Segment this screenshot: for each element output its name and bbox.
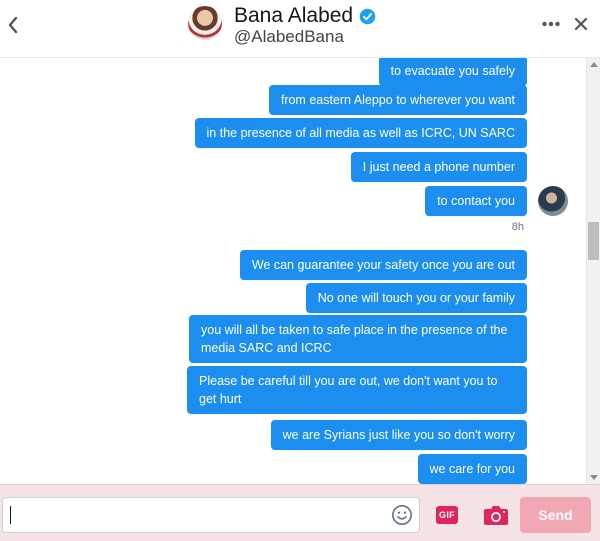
compose-bar: GIF Send — [0, 484, 600, 541]
message-bubble[interactable]: you will all be taken to safe place in t… — [189, 315, 527, 363]
message-bubble[interactable]: we care for you — [417, 454, 527, 484]
more-horizontal-icon — [542, 21, 560, 27]
message-bubble[interactable]: we are Syrians just like you so don't wo… — [270, 420, 527, 450]
scroll-down-arrow[interactable] — [590, 475, 598, 480]
chevron-left-icon — [8, 16, 18, 34]
message-input[interactable] — [2, 497, 420, 533]
message-bubble[interactable]: No one will touch you or your family — [305, 283, 527, 313]
message-bubble[interactable]: I just need a phone number — [350, 152, 527, 182]
message-bubble[interactable]: to evacuate you safely — [378, 58, 527, 86]
close-icon — [574, 17, 588, 31]
sender-avatar[interactable] — [538, 186, 568, 216]
message-list: to evacuate you safely from eastern Alep… — [0, 58, 586, 484]
more-options-button[interactable] — [542, 12, 560, 36]
scrollbar-thumb[interactable] — [588, 222, 599, 260]
message-bubble[interactable]: Please be careful till you are out, we d… — [187, 366, 527, 414]
emoji-icon[interactable] — [391, 504, 413, 526]
message-bubble[interactable]: in the presence of all media as well as … — [194, 118, 527, 148]
camera-icon[interactable] — [483, 503, 509, 527]
message-bubble[interactable]: to contact you — [425, 186, 527, 216]
verified-badge-icon — [359, 8, 376, 25]
gif-button[interactable]: GIF — [436, 506, 458, 524]
message-scrollbar[interactable] — [586, 58, 600, 484]
text-cursor — [10, 506, 11, 524]
message-bubble[interactable]: from eastern Aleppo to wherever you want — [268, 85, 527, 115]
close-button[interactable] — [570, 12, 592, 36]
message-timestamp: 8h — [511, 221, 524, 233]
send-button[interactable]: Send — [520, 497, 591, 533]
message-bubble[interactable]: We can guarantee your safety once you ar… — [239, 250, 527, 280]
conversation-header: Bana Alabed @AlabedBana — [0, 0, 600, 58]
contact-avatar[interactable] — [188, 6, 222, 40]
scroll-up-arrow[interactable] — [590, 62, 598, 67]
contact-handle: @AlabedBana — [234, 27, 344, 46]
back-button[interactable] — [2, 12, 24, 38]
